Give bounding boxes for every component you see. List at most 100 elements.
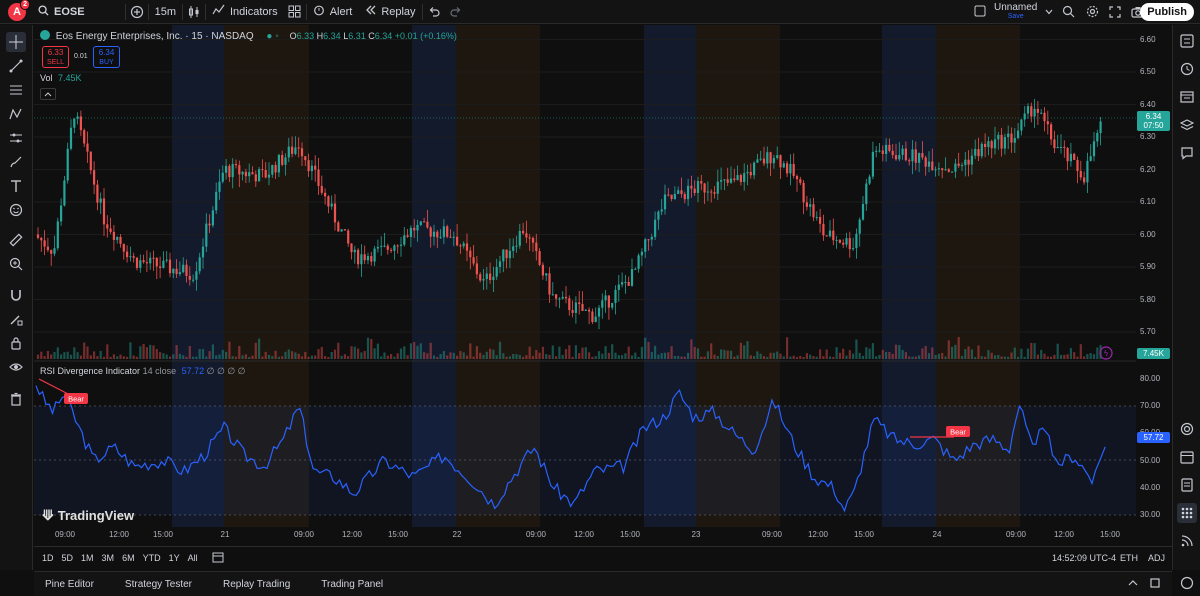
trend-line-icon[interactable]	[6, 56, 26, 76]
interval-button[interactable]: 15m	[149, 0, 182, 24]
rsi-legend[interactable]: RSI Divergence Indicator 14 close 57.72 …	[40, 366, 246, 377]
replay-button[interactable]: Replay	[358, 0, 421, 24]
user-avatar[interactable]: A 2	[8, 0, 30, 21]
pattern-icon[interactable]	[6, 104, 26, 124]
fullscreen-icon[interactable]	[1104, 0, 1126, 24]
candle-body	[1050, 124, 1053, 140]
tab-trading-panel[interactable]: Trading Panel	[321, 579, 383, 590]
date-range-bar: 1D 5D 1M 3M 6M YTD 1Y All 14:52:09 UTC-4 ETH AD…	[34, 546, 1172, 568]
undo-icon[interactable]	[423, 0, 445, 24]
range-button-3m[interactable]: 3M	[102, 553, 115, 563]
candle-body	[660, 209, 663, 212]
maximize-panel-icon[interactable]	[1150, 577, 1160, 591]
candle-body	[86, 143, 89, 152]
stay-in-drawing-icon[interactable]	[6, 309, 26, 329]
price-chart[interactable]: Bear Bear ϟ	[34, 25, 1136, 545]
volume-bar	[548, 354, 551, 359]
help-icon[interactable]	[1177, 573, 1197, 593]
range-button-all[interactable]: All	[188, 553, 198, 563]
time-axis-label: 24	[932, 530, 942, 539]
volume-bar	[182, 355, 185, 359]
brush-icon[interactable]	[6, 152, 26, 172]
volume-bar	[512, 353, 515, 359]
gear-icon[interactable]	[1081, 0, 1103, 24]
goto-date-icon[interactable]	[212, 551, 224, 565]
price-axis[interactable]: 6.60 6.50 6.40 6.30 6.20 6.10 6.00 5.90 5.80 5.70…	[1136, 25, 1172, 545]
range-button-6m[interactable]: 6M	[122, 553, 135, 563]
alert-button[interactable]: Alert	[307, 0, 359, 24]
layout-name[interactable]: Unnamed Save	[994, 3, 1037, 21]
sell-button[interactable]: 6.33 SELL	[42, 46, 69, 68]
buy-button[interactable]: 6.34 BUY	[93, 46, 120, 68]
symbol-search[interactable]: EOSE	[32, 0, 91, 24]
candle-body	[683, 194, 686, 200]
chat-icon[interactable]	[1177, 143, 1197, 163]
range-button-1d[interactable]: 1D	[42, 553, 54, 563]
range-button-5d[interactable]: 5D	[62, 553, 74, 563]
volume-legend[interactable]: Vol 7.45K	[40, 73, 82, 83]
volume-bar	[644, 337, 647, 359]
alerts-clock-icon[interactable]	[1177, 59, 1197, 79]
publish-button[interactable]: Publish	[1140, 3, 1194, 21]
target-icon[interactable]	[1177, 419, 1197, 439]
fib-lines-icon[interactable]	[6, 80, 26, 100]
price-axis-label: 6.00	[1140, 229, 1156, 239]
products-grid-icon[interactable]	[1177, 503, 1197, 523]
tab-strategy-tester[interactable]: Strategy Tester	[125, 579, 192, 590]
candle-body	[706, 191, 709, 193]
volume-bar	[106, 344, 109, 359]
ruler-icon[interactable]	[6, 230, 26, 250]
session-toggle[interactable]: ETH	[1120, 553, 1138, 563]
clock-readout[interactable]: 14:52:09 UTC-4	[1052, 553, 1116, 563]
notes-icon[interactable]	[1177, 475, 1197, 495]
compare-add-icon[interactable]	[126, 0, 148, 24]
redo-icon[interactable]	[445, 0, 467, 24]
candle-body	[551, 294, 554, 296]
lock-icon[interactable]	[6, 333, 26, 353]
legend-dots-icon[interactable]: ● ◦	[266, 31, 278, 42]
layout-checkbox-icon[interactable]	[974, 5, 986, 20]
candle-body	[416, 224, 419, 231]
trash-icon[interactable]	[6, 389, 26, 409]
zoom-in-icon[interactable]	[6, 254, 26, 274]
volume-bar	[848, 350, 851, 359]
data-window-icon[interactable]	[1177, 87, 1197, 107]
magnet-icon[interactable]	[6, 285, 26, 305]
range-button-1y[interactable]: 1Y	[169, 553, 180, 563]
range-button-ytd[interactable]: YTD	[143, 553, 161, 563]
chart-type-candles-icon[interactable]	[183, 0, 205, 24]
tab-pine-editor[interactable]: Pine Editor	[45, 579, 94, 590]
emoji-icon[interactable]	[6, 200, 26, 220]
volume-bar	[73, 347, 76, 359]
layouts-grid-icon[interactable]	[284, 0, 306, 24]
collapse-legend-icon[interactable]	[40, 88, 56, 100]
chart-legend: Eos Energy Enterprises, Inc. · 15 · NASD…	[40, 30, 457, 42]
chevron-down-icon[interactable]	[1045, 6, 1053, 18]
crosshair-icon[interactable]	[6, 32, 26, 52]
tab-replay-trading[interactable]: Replay Trading	[223, 579, 290, 590]
candle-body	[1053, 139, 1056, 149]
adj-toggle[interactable]: ADJ	[1148, 553, 1165, 563]
legend-title[interactable]: Eos Energy Enterprises, Inc. · 15 · NASD…	[56, 31, 254, 42]
text-tool-icon[interactable]	[6, 176, 26, 196]
time-axis[interactable]: 09:00 12:00 15:00 21 09:00 12:00 15:00 22 09:00 1…	[34, 527, 1136, 543]
candle-body	[792, 163, 795, 176]
candle-body	[597, 307, 601, 317]
bottom-panel-tabs: Pine Editor Strategy Tester Replay Trading…	[34, 571, 1172, 596]
candle-body	[192, 279, 195, 281]
volume-bar	[1043, 353, 1046, 359]
volume-bar	[888, 351, 891, 359]
range-button-1m[interactable]: 1M	[81, 553, 94, 563]
indicators-button[interactable]: Indicators	[206, 0, 284, 24]
forecast-icon[interactable]	[6, 128, 26, 148]
layers-icon[interactable]	[1177, 115, 1197, 135]
calendar-icon[interactable]	[1177, 447, 1197, 467]
quick-search-icon[interactable]	[1057, 0, 1079, 24]
volume-bar	[129, 342, 132, 359]
broadcast-icon[interactable]	[1177, 531, 1197, 551]
eye-icon[interactable]	[6, 357, 26, 377]
watchlist-icon[interactable]	[1177, 31, 1197, 51]
candle-body	[947, 169, 950, 172]
volume-alert-icon[interactable]: ϟ	[1099, 346, 1113, 360]
collapse-panel-icon[interactable]	[1128, 579, 1138, 590]
